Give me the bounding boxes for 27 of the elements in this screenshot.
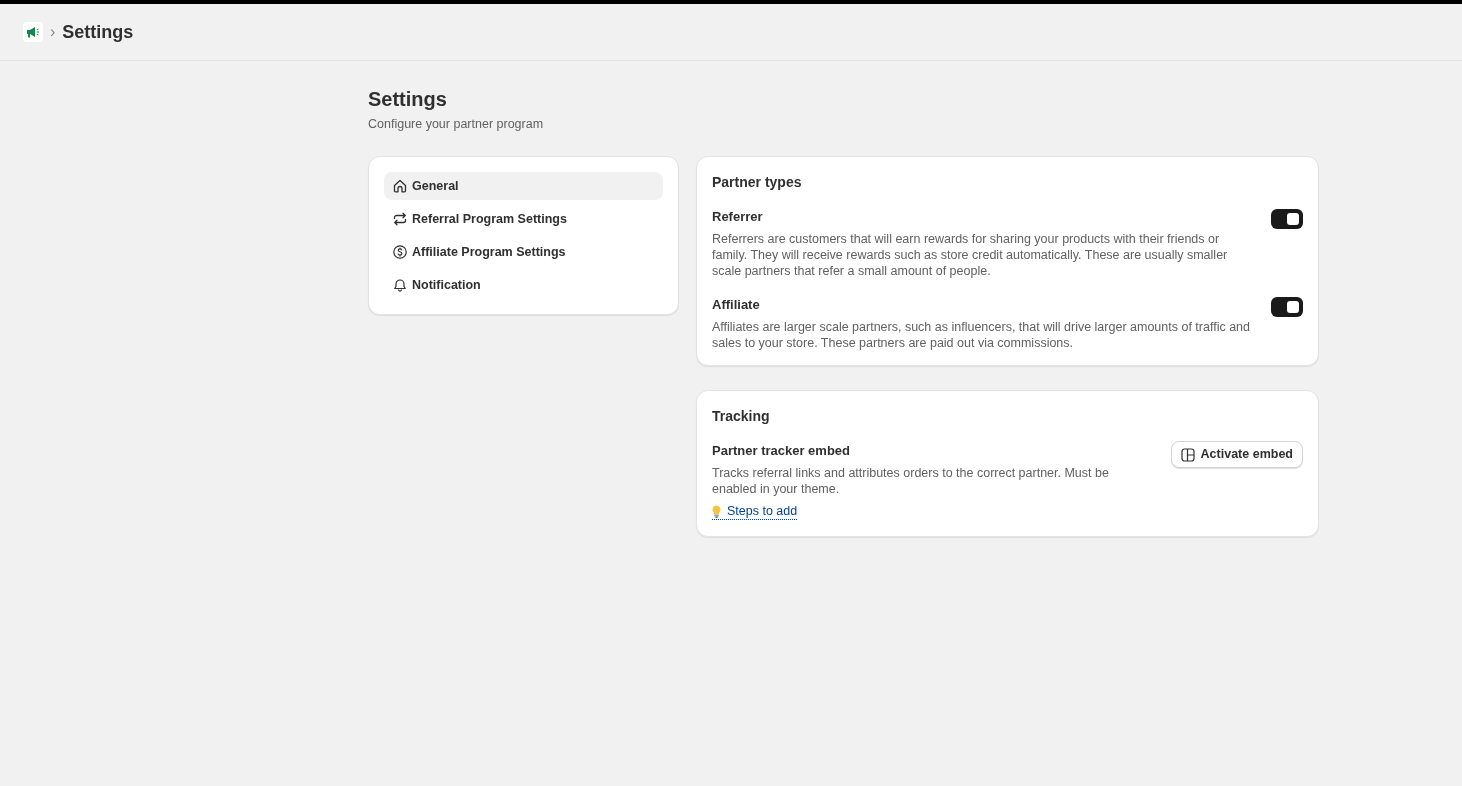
lightbulb-icon	[712, 504, 721, 518]
activate-embed-button[interactable]: Activate embed	[1170, 441, 1303, 468]
breadcrumb-title: Settings	[62, 20, 134, 44]
home-icon	[393, 179, 407, 193]
breadcrumb-separator: ›	[50, 22, 56, 42]
setting-description: Affiliates are larger scale partners, such as influencers, that will drive larger amounts of traffic and sales to your store. These partners are paid out via commissions.	[712, 319, 1251, 351]
nav-item[interactable]: Affiliate Program Settings	[384, 238, 663, 266]
setting-name: Affiliate	[712, 296, 761, 314]
nav-item[interactable]: Referral Program Settings	[384, 205, 663, 233]
card-title: Partner types	[712, 173, 803, 192]
layout-icon	[1180, 447, 1195, 462]
nav-item[interactable]: Notification	[384, 271, 663, 299]
toggle-switch[interactable]	[1271, 209, 1303, 229]
repeat-arrows-icon	[393, 212, 407, 226]
page-title: Settings	[368, 87, 448, 111]
setting-name: Referrer	[712, 208, 764, 226]
bell-icon	[393, 278, 407, 292]
steps-link[interactable]: Steps to add	[712, 503, 798, 520]
dollar-circle-icon	[393, 245, 407, 259]
megaphone-icon	[23, 22, 43, 42]
card-title: Tracking	[712, 407, 771, 426]
setting-name: Partner tracker embed	[712, 442, 850, 460]
setting-description: Referrers are customers that will earn rewards for sharing your products with their friends or family. They will receive rewards such as store credit automatically. These are usually smaller scale partners that refer a small amount of people.	[712, 231, 1229, 279]
page-subtitle: Configure your partner program	[368, 116, 545, 132]
toggle-switch[interactable]	[1271, 297, 1303, 317]
nav-item[interactable]: General	[384, 172, 663, 200]
setting-description: Tracks referral links and attributes orders to the correct partner. Must be enabled in your theme.	[712, 465, 1110, 497]
